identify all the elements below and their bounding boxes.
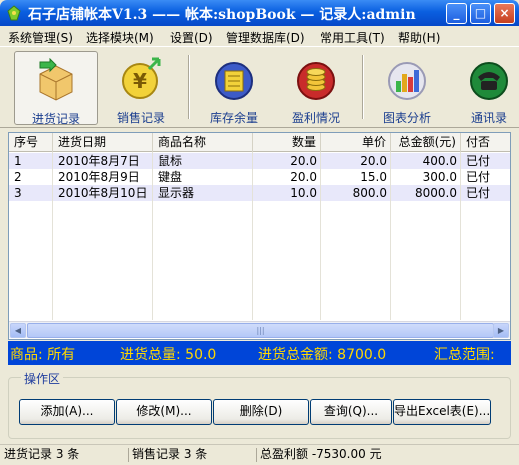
scroll-left-button[interactable]: ◀ — [10, 323, 26, 338]
cell-total: 400.0 — [422, 154, 457, 168]
status-separator — [256, 448, 257, 462]
operations-group: 操作区 添加(A)... 修改(M)... 删除(D) 查询(Q)... 导出E… — [8, 370, 511, 439]
cell-date: 2010年8月10日 — [58, 186, 148, 200]
grid-line — [460, 152, 461, 320]
menu-database[interactable]: 管理数据库(D) — [226, 29, 305, 46]
column-header-date[interactable]: 进货日期 — [53, 133, 153, 152]
menu-bar: 系统管理(S) 选择模块(M) 设置(D) 管理数据库(D) 常用工具(T) 帮… — [0, 26, 519, 46]
toolbar: 进货记录 ¥ 销售记录 库存余量 盈利情况 图表分析 通讯录 — [0, 46, 519, 128]
cell-paid: 已付 — [466, 186, 491, 200]
column-header-total[interactable]: 总金额(元) — [391, 133, 461, 152]
menu-tools[interactable]: 常用工具(T) — [320, 29, 385, 46]
cell-index: 2 — [14, 170, 22, 184]
grid-line — [320, 152, 321, 320]
column-header-unit-price[interactable]: 单价 — [321, 133, 391, 152]
toolbar-label: 图表分析 — [382, 111, 431, 125]
summary-range: 汇总范围: — [434, 347, 495, 363]
chart-icon — [388, 62, 426, 100]
toolbar-label: 进货记录 — [31, 112, 80, 126]
toolbar-inventory-button[interactable]: 库存余量 — [194, 51, 274, 125]
grid-line — [52, 152, 53, 320]
add-button[interactable]: 添加(A)... — [19, 399, 115, 425]
app-icon — [7, 5, 21, 21]
column-header-paid[interactable]: 付否 — [461, 133, 510, 152]
cell-quantity: 10.0 — [290, 186, 317, 200]
phone-icon — [470, 62, 508, 100]
purchase-records-table[interactable]: 序号 进货日期 商品名称 数量 单价 总金额(元) 付否 1 2010年8月7日… — [8, 132, 511, 340]
edit-button[interactable]: 修改(M)... — [116, 399, 212, 425]
status-purchase-count: 进货记录 3 条 — [4, 447, 80, 461]
summary-total-quantity: 进货总量: 50.0 — [120, 347, 217, 363]
cell-product: 键盘 — [158, 170, 183, 184]
summary-total-amount: 进货总金额: 8700.0 — [258, 347, 387, 363]
inventory-icon — [215, 62, 253, 100]
minimize-button[interactable]: _ — [446, 3, 467, 24]
status-separator — [128, 448, 129, 462]
export-excel-button[interactable]: 导出Excel表(E)... — [393, 399, 491, 425]
svg-text:¥: ¥ — [133, 69, 147, 93]
close-button[interactable]: × — [494, 3, 515, 24]
toolbar-contacts-button[interactable]: 通讯录 — [454, 51, 519, 125]
window-title: 石子店铺帐本V1.3 —— 帐本:shopBook — 记录人:admin — [28, 7, 416, 23]
cell-paid: 已付 — [466, 154, 491, 168]
toolbar-separator — [362, 55, 364, 119]
cell-index: 1 — [14, 154, 22, 168]
menu-help[interactable]: 帮助(H) — [398, 29, 440, 46]
toolbar-label: 通讯录 — [470, 111, 507, 125]
cell-paid: 已付 — [466, 170, 491, 184]
delete-button[interactable]: 删除(D) — [213, 399, 309, 425]
toolbar-chart-button[interactable]: 图表分析 — [368, 51, 446, 125]
toolbar-label: 库存余量 — [209, 111, 258, 125]
title-bar: 石子店铺帐本V1.3 —— 帐本:shopBook — 记录人:admin _ … — [0, 0, 519, 26]
grid-line — [390, 152, 391, 320]
status-bar: 进货记录 3 条 销售记录 3 条 总盈利额 -7530.00 元 — [0, 444, 519, 464]
horizontal-scrollbar[interactable]: ◀ ||| ▶ — [9, 321, 510, 338]
toolbar-label: 销售记录 — [116, 111, 165, 125]
scroll-thumb[interactable]: ||| — [27, 323, 494, 338]
menu-system[interactable]: 系统管理(S) — [8, 29, 73, 46]
query-button[interactable]: 查询(Q)... — [310, 399, 392, 425]
cell-total: 8000.0 — [415, 186, 457, 200]
cell-unit-price: 15.0 — [360, 170, 387, 184]
toolbar-sales-button[interactable]: ¥ 销售记录 — [100, 51, 182, 125]
toolbar-separator — [188, 55, 190, 119]
summary-goods: 商品: 所有 — [10, 347, 76, 363]
menu-module[interactable]: 选择模块(M) — [86, 29, 154, 46]
cell-total: 300.0 — [422, 170, 457, 184]
maximize-button[interactable]: □ — [470, 3, 491, 24]
menu-settings[interactable]: 设置(D) — [170, 29, 213, 46]
cell-date: 2010年8月7日 — [58, 154, 140, 168]
grid-line — [152, 152, 153, 320]
cell-date: 2010年8月9日 — [58, 170, 140, 184]
operations-title: 操作区 — [21, 370, 64, 387]
table-row[interactable]: 1 2010年8月7日 鼠标 20.0 20.0 400.0 已付 — [9, 153, 510, 169]
sales-yen-icon: ¥ — [122, 57, 161, 99]
cell-product: 鼠标 — [158, 154, 183, 168]
profit-coins-icon — [297, 62, 335, 100]
cell-product: 显示器 — [158, 186, 195, 200]
cell-quantity: 20.0 — [290, 170, 317, 184]
column-header-index[interactable]: 序号 — [9, 133, 53, 152]
status-total-profit: 总盈利额 -7530.00 元 — [260, 447, 382, 461]
table-row[interactable]: 3 2010年8月10日 显示器 10.0 800.0 8000.0 已付 — [9, 185, 510, 201]
toolbar-purchase-button[interactable]: 进货记录 — [14, 51, 98, 126]
grid-line — [252, 152, 253, 320]
table-row[interactable]: 2 2010年8月9日 键盘 20.0 15.0 300.0 已付 — [9, 169, 510, 185]
cell-quantity: 20.0 — [290, 154, 317, 168]
scroll-right-button[interactable]: ▶ — [493, 323, 509, 338]
column-header-product[interactable]: 商品名称 — [153, 133, 253, 152]
cell-unit-price: 800.0 — [352, 186, 387, 200]
toolbar-label: 盈利情况 — [291, 111, 340, 125]
table-header: 序号 进货日期 商品名称 数量 单价 总金额(元) 付否 — [9, 133, 510, 152]
purchase-box-icon — [39, 58, 73, 101]
summary-bar: 商品: 所有 进货总量: 50.0 进货总金额: 8700.0 汇总范围: — [8, 341, 511, 365]
cell-index: 3 — [14, 186, 22, 200]
toolbar-profit-button[interactable]: 盈利情况 — [276, 51, 356, 125]
cell-unit-price: 20.0 — [360, 154, 387, 168]
status-sales-count: 销售记录 3 条 — [132, 447, 208, 461]
column-header-quantity[interactable]: 数量 — [253, 133, 321, 152]
